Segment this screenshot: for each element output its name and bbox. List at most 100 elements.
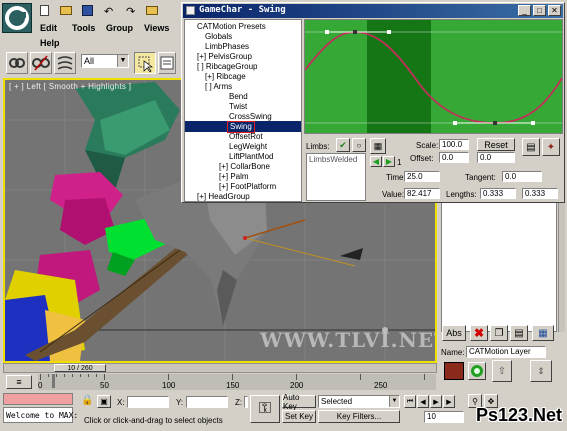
y-coordinate-field[interactable] bbox=[186, 396, 228, 408]
tree-item[interactable]: [+] FootPlatform bbox=[219, 182, 276, 192]
curve-graph[interactable] bbox=[304, 19, 563, 134]
x-coordinate-field[interactable] bbox=[127, 396, 169, 408]
graph-view-button[interactable]: ▤ bbox=[522, 138, 540, 156]
copy-layer-button[interactable]: ❐ bbox=[490, 325, 508, 341]
length-field-1[interactable]: 0.333 bbox=[480, 188, 516, 199]
open-file-icon[interactable] bbox=[60, 6, 72, 15]
tree-item[interactable]: [+] HeadGroup bbox=[197, 192, 250, 201]
selection-filter-dropdown[interactable]: All ▼ bbox=[81, 54, 129, 68]
tree-item[interactable]: OffsetRot bbox=[229, 132, 263, 142]
new-file-icon[interactable] bbox=[40, 5, 49, 16]
tree-item[interactable]: LimbPhases bbox=[205, 42, 249, 52]
minimize-button[interactable]: _ bbox=[518, 5, 531, 16]
app-logo[interactable] bbox=[2, 3, 32, 33]
limbs-list-item[interactable]: LimbsWelded bbox=[309, 155, 357, 164]
up-arrow-button[interactable]: ⇧ bbox=[492, 360, 512, 382]
next-limb-button[interactable]: ▶ bbox=[383, 156, 395, 167]
preset-tree[interactable]: CATMotion Presets Globals LimbPhases [+]… bbox=[184, 19, 302, 202]
tree-item[interactable]: [ ] Arms bbox=[205, 82, 232, 92]
set-key-button[interactable]: Set Key bbox=[282, 410, 316, 423]
tree-item[interactable]: [ ] RibcageGroup bbox=[197, 62, 257, 72]
abs-label: Abs bbox=[446, 328, 462, 338]
reset-label: Reset bbox=[484, 139, 508, 150]
mini-curve-editor-button[interactable]: ≡ bbox=[6, 375, 32, 389]
prev-limb-button[interactable]: ◀ bbox=[370, 156, 382, 167]
layer-name-field[interactable]: CATMotion Layer bbox=[466, 346, 546, 358]
auto-key-button[interactable]: Auto Key bbox=[282, 393, 316, 411]
tool-button[interactable]: ✦ bbox=[542, 138, 560, 156]
maxscript-output[interactable]: Welcome to MAX: bbox=[3, 407, 78, 423]
viewport-label[interactable]: [ + ] Left [ Smooth + Highlights ] bbox=[9, 82, 131, 91]
scale-field[interactable]: 100.0 bbox=[439, 139, 469, 150]
tangent-field[interactable]: 0.0 bbox=[502, 171, 542, 182]
undo-icon[interactable]: ↶ bbox=[104, 5, 113, 18]
time-slider[interactable]: 10 / 260 bbox=[3, 363, 437, 373]
tree-item[interactable]: [+] Palm bbox=[219, 172, 249, 182]
tree-item[interactable]: LegWeight bbox=[229, 142, 267, 152]
menu-group[interactable]: Group bbox=[106, 23, 133, 33]
offset-field-2[interactable]: 0.0 bbox=[477, 152, 515, 163]
link-tool-button[interactable] bbox=[6, 52, 28, 74]
tree-item[interactable]: [+] CollarBone bbox=[219, 162, 270, 172]
layer-manager-button[interactable]: ▦ bbox=[532, 325, 554, 341]
reset-button[interactable]: Reset bbox=[477, 138, 515, 151]
project-folder-icon[interactable] bbox=[146, 6, 158, 15]
tree-item[interactable]: Globals bbox=[205, 32, 232, 42]
set-key-mode-button[interactable]: ⚿ bbox=[250, 395, 280, 423]
command-panel: Abs ✖ ❐ ▤ ▦ Name: CATMotion Layer ⇧ ⇕ bbox=[438, 190, 567, 392]
tree-item[interactable]: [+] PelvisGroup bbox=[197, 52, 252, 62]
tree-item[interactable]: CATMotion Presets bbox=[197, 22, 266, 32]
unlink-tool-button[interactable] bbox=[30, 52, 52, 74]
menu-views[interactable]: Views bbox=[144, 23, 169, 33]
limb-select-button[interactable]: ○ bbox=[352, 138, 366, 152]
window-title-bar[interactable]: GameChar - Swing _ □ ✕ bbox=[183, 4, 563, 18]
layer-color-swatch[interactable] bbox=[444, 362, 464, 380]
abs-button[interactable]: Abs bbox=[442, 325, 466, 341]
tree-item[interactable]: LiftPlantMod bbox=[229, 152, 273, 162]
limbs-list[interactable]: LimbsWelded bbox=[306, 153, 366, 201]
bind-spacewarp-button[interactable] bbox=[54, 52, 76, 74]
play-button[interactable]: ▶ bbox=[430, 395, 442, 408]
tree-item[interactable]: Bend bbox=[229, 92, 248, 102]
redo-icon[interactable]: ↷ bbox=[126, 5, 135, 18]
key-filters-button[interactable]: Key Filters... bbox=[318, 410, 400, 423]
maxscript-listener[interactable] bbox=[3, 393, 73, 405]
z-coordinate-field[interactable] bbox=[244, 396, 248, 408]
previous-frame-button[interactable]: ◀ bbox=[417, 395, 429, 408]
length-field-2[interactable]: 0.333 bbox=[522, 188, 558, 199]
menu-edit[interactable]: Edit bbox=[40, 23, 57, 33]
close-button[interactable]: ✕ bbox=[548, 5, 561, 16]
lock-selection-button[interactable]: 🔒 bbox=[81, 395, 93, 407]
key-icon: ▦ bbox=[373, 140, 383, 151]
next-frame-button[interactable]: ▶ bbox=[443, 395, 455, 408]
select-by-name-button[interactable] bbox=[158, 52, 176, 74]
save-file-icon[interactable] bbox=[82, 5, 93, 16]
maximize-button[interactable]: □ bbox=[533, 5, 546, 16]
offset-field-1[interactable]: 0.0 bbox=[439, 152, 469, 163]
limb-filter-button[interactable]: ✔ bbox=[336, 138, 350, 152]
go-to-start-button[interactable]: ⏮ bbox=[404, 395, 416, 408]
menu-help[interactable]: Help bbox=[40, 38, 60, 48]
select-object-button[interactable] bbox=[134, 52, 156, 74]
time-field[interactable]: 25.0 bbox=[404, 171, 440, 182]
absolute-mode-button[interactable]: ▣ bbox=[97, 395, 111, 408]
layer-active-button[interactable] bbox=[468, 362, 486, 380]
track-bar[interactable]: 0 50 100 150 200 250 bbox=[38, 374, 436, 390]
paste-layer-button[interactable]: ▤ bbox=[510, 325, 528, 341]
transform-mode-icon: ▣ bbox=[100, 397, 108, 406]
value-field[interactable]: 82.417 bbox=[404, 188, 440, 199]
selection-set-dropdown[interactable]: Selected ▼ bbox=[318, 395, 400, 408]
key-tool-button[interactable]: ▦ bbox=[370, 138, 386, 154]
current-frame-field[interactable]: 10 bbox=[424, 411, 464, 423]
unlink-icon bbox=[32, 55, 50, 71]
time-slider-thumb[interactable]: 10 / 260 bbox=[54, 364, 106, 372]
delete-layer-button[interactable]: ✖ bbox=[470, 325, 488, 341]
tree-item[interactable]: [+] Ribcage bbox=[205, 72, 246, 82]
command-panel-scroll-area[interactable] bbox=[441, 192, 557, 332]
panel-scrollbar[interactable] bbox=[558, 192, 565, 332]
limb-number: 1 bbox=[397, 158, 402, 167]
catmotion-window[interactable]: GameChar - Swing _ □ ✕ CATMotion Presets… bbox=[181, 2, 565, 203]
menu-tools[interactable]: Tools bbox=[72, 23, 95, 33]
collapse-button[interactable]: ⇕ bbox=[530, 360, 552, 382]
tree-item[interactable]: Twist bbox=[229, 102, 247, 112]
